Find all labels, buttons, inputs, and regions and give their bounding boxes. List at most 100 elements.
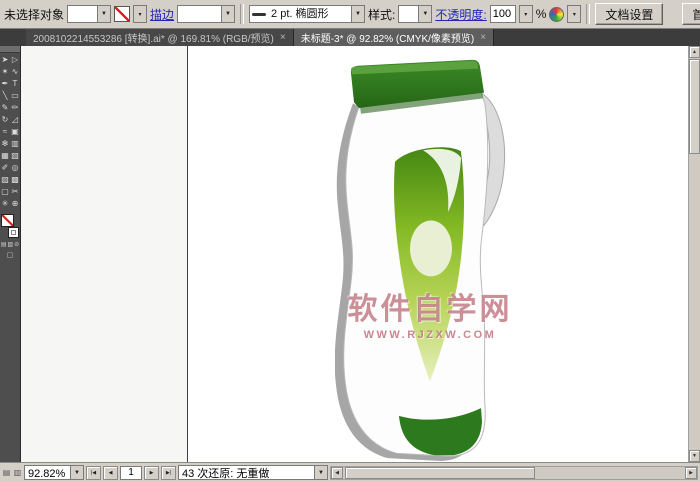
tool-mesh-icon[interactable]: ▦ — [0, 150, 10, 162]
tool-direct-selection-icon[interactable]: ▷ — [10, 54, 20, 66]
tool-live-paint-bucket-icon[interactable]: ▨ — [0, 174, 10, 186]
tool-lasso-icon[interactable]: ∿ — [10, 66, 20, 78]
tool-hand-icon[interactable]: ✳ — [0, 198, 10, 210]
percent-label: % — [536, 7, 547, 21]
chevron-down-icon[interactable]: ▾ — [519, 5, 533, 23]
chevron-down-icon[interactable]: ▼ — [221, 6, 234, 22]
tool-warp-icon[interactable]: ≈ — [0, 126, 10, 138]
vertical-scroll-thumb[interactable] — [689, 59, 700, 154]
brush-name: 2 pt. 椭圆形 — [268, 6, 351, 22]
appearance-combo-value — [68, 6, 97, 22]
horizontal-scroll-thumb[interactable] — [345, 467, 535, 479]
stroke-weight-value — [178, 6, 221, 22]
watermark-url: WWW.RJZXW.COM — [220, 329, 640, 341]
style-value — [399, 6, 418, 22]
preferences-button[interactable]: 首选项 — [682, 3, 700, 25]
document-tab-2[interactable]: 未标题-3* @ 92.82% (CMYK/像素预览) × — [294, 29, 494, 46]
tool-type-icon[interactable]: T — [10, 78, 20, 90]
tool-symbol-sprayer-icon[interactable]: ✻ — [0, 138, 10, 150]
style-combo[interactable]: ▼ — [398, 5, 432, 23]
tools-panel: ➤▷✶∿✒T╲▭✎✏↻◿≈▣✻▥▦▧✐◎▨▩▢✂✳⊕ ▤▧⊘ ▢ — [0, 46, 21, 462]
paint-mode-buttons: ▤▧⊘ — [0, 241, 20, 248]
page-number-input[interactable] — [120, 466, 142, 480]
fill-stroke-widget — [1, 214, 19, 238]
fill-swatch[interactable] — [1, 214, 14, 227]
chevron-down-icon[interactable]: ▼ — [418, 6, 431, 22]
history-status: 43 次还原: 无重做 — [179, 466, 314, 479]
scroll-up-icon[interactable]: ▲ — [689, 46, 700, 58]
chevron-down-icon[interactable]: ▾ — [133, 5, 147, 23]
paint-color-icon[interactable]: ▤ — [1, 241, 7, 248]
scroll-right-icon[interactable]: ▶ — [685, 467, 697, 479]
tool-graph-icon[interactable]: ▥ — [10, 138, 20, 150]
separator — [240, 4, 244, 24]
chevron-down-icon[interactable]: ▼ — [351, 6, 364, 22]
tool-zoom-icon[interactable]: ⊕ — [10, 198, 20, 210]
tools-panel-handle[interactable] — [0, 46, 20, 53]
tab-label: 2008102214553286 [转换].ai* @ 169.81% (RGB… — [33, 30, 274, 45]
tool-slice-icon[interactable]: ✂ — [10, 186, 20, 198]
appearance-combo[interactable]: ▼ — [67, 5, 111, 23]
tool-scale-icon[interactable]: ◿ — [10, 114, 20, 126]
zoom-value: 92.82% — [25, 466, 70, 479]
watermark-title: 软件自学网 — [220, 284, 640, 328]
screen-mode-button[interactable]: ▢ — [0, 251, 20, 259]
first-page-button[interactable]: |◀ — [86, 466, 101, 480]
chevron-down-icon[interactable]: ▼ — [314, 466, 327, 479]
tool-blend-icon[interactable]: ◎ — [10, 162, 20, 174]
paint-none-icon[interactable]: ⊘ — [14, 241, 19, 248]
pages-icon[interactable]: ▤ — [2, 468, 11, 477]
tool-pen-icon[interactable]: ✒ — [0, 78, 10, 90]
document-tab-1[interactable]: 2008102214553286 [转换].ai* @ 169.81% (RGB… — [26, 29, 294, 46]
stroke-swatch[interactable] — [8, 227, 19, 238]
close-icon[interactable]: × — [480, 33, 486, 43]
status-display-combo[interactable]: 43 次还原: 无重做 ▼ — [178, 465, 328, 480]
last-page-button[interactable]: ▶| — [161, 466, 176, 480]
tool-selection-icon[interactable]: ➤ — [0, 54, 10, 66]
scroll-down-icon[interactable]: ▼ — [689, 450, 700, 462]
tools-grid: ➤▷✶∿✒T╲▭✎✏↻◿≈▣✻▥▦▧✐◎▨▩▢✂✳⊕ — [0, 54, 20, 210]
shaver-artwork[interactable] — [335, 58, 541, 462]
close-icon[interactable]: × — [280, 33, 286, 43]
vertical-scrollbar[interactable]: ▲ ▼ — [688, 46, 700, 462]
grid-icon[interactable]: ▥ — [13, 468, 22, 477]
tool-rectangle-icon[interactable]: ▭ — [10, 90, 20, 102]
style-label: 样式: — [368, 6, 395, 23]
tool-crop-area-icon[interactable]: ▢ — [0, 186, 10, 198]
tool-magic-wand-icon[interactable]: ✶ — [0, 66, 10, 78]
tool-line-segment-icon[interactable]: ╲ — [0, 90, 10, 102]
tool-pencil-icon[interactable]: ✏ — [10, 102, 20, 114]
tool-live-paint-selection-icon[interactable]: ▩ — [10, 174, 20, 186]
selection-status: 未选择对象 — [4, 6, 64, 23]
chevron-down-icon[interactable]: ▼ — [70, 466, 83, 479]
tool-paintbrush-icon[interactable]: ✎ — [0, 102, 10, 114]
horizontal-scrollbar[interactable]: ◀ ▶ — [330, 466, 698, 480]
stroke-weight-combo[interactable]: ▼ — [177, 5, 235, 23]
tool-rotate-icon[interactable]: ↻ — [0, 114, 10, 126]
prev-page-button[interactable]: ◀ — [103, 466, 118, 480]
canvas-area[interactable]: 软件自学网 WWW.RJZXW.COM — [21, 46, 688, 462]
stroke-link[interactable]: 描边 — [150, 6, 174, 23]
tool-free-transform-icon[interactable]: ▣ — [10, 126, 20, 138]
chevron-down-icon[interactable]: ▼ — [97, 6, 110, 22]
opacity-input[interactable] — [490, 5, 516, 23]
recolor-artwork-icon[interactable] — [549, 7, 564, 22]
paint-gradient-icon[interactable]: ▧ — [7, 241, 13, 248]
opacity-link[interactable]: 不透明度: — [435, 6, 486, 23]
watermark: 软件自学网 WWW.RJZXW.COM — [220, 284, 640, 341]
brush-definition-combo[interactable]: 2 pt. 椭圆形 ▼ — [249, 5, 365, 23]
status-bar: ▤ ▥ 92.82% ▼ |◀ ◀ ▶ ▶| 43 次还原: 无重做 ▼ ◀ ▶ — [0, 462, 700, 482]
illustrator-window: 未选择对象 ▼ ▾ 描边 ▼ 2 pt. 椭圆形 ▼ 样式: ▼ 不透明度: ▾… — [0, 0, 700, 482]
fill-none-swatch[interactable] — [114, 6, 130, 22]
document-setup-button[interactable]: 文档设置 — [595, 3, 663, 25]
tool-eyedropper-icon[interactable]: ✐ — [0, 162, 10, 174]
next-page-button[interactable]: ▶ — [144, 466, 159, 480]
zoom-combo[interactable]: 92.82% ▼ — [24, 465, 84, 480]
control-bar: 未选择对象 ▼ ▾ 描边 ▼ 2 pt. 椭圆形 ▼ 样式: ▼ 不透明度: ▾… — [0, 0, 700, 29]
brush-preview-icon — [252, 13, 266, 16]
document-tab-bar: 2008102214553286 [转换].ai* @ 169.81% (RGB… — [0, 29, 700, 46]
scroll-left-icon[interactable]: ◀ — [331, 467, 343, 479]
tab-label: 未标题-3* @ 92.82% (CMYK/像素预览) — [301, 30, 475, 45]
tool-gradient-icon[interactable]: ▧ — [10, 150, 20, 162]
chevron-down-icon[interactable]: ▾ — [567, 5, 581, 23]
